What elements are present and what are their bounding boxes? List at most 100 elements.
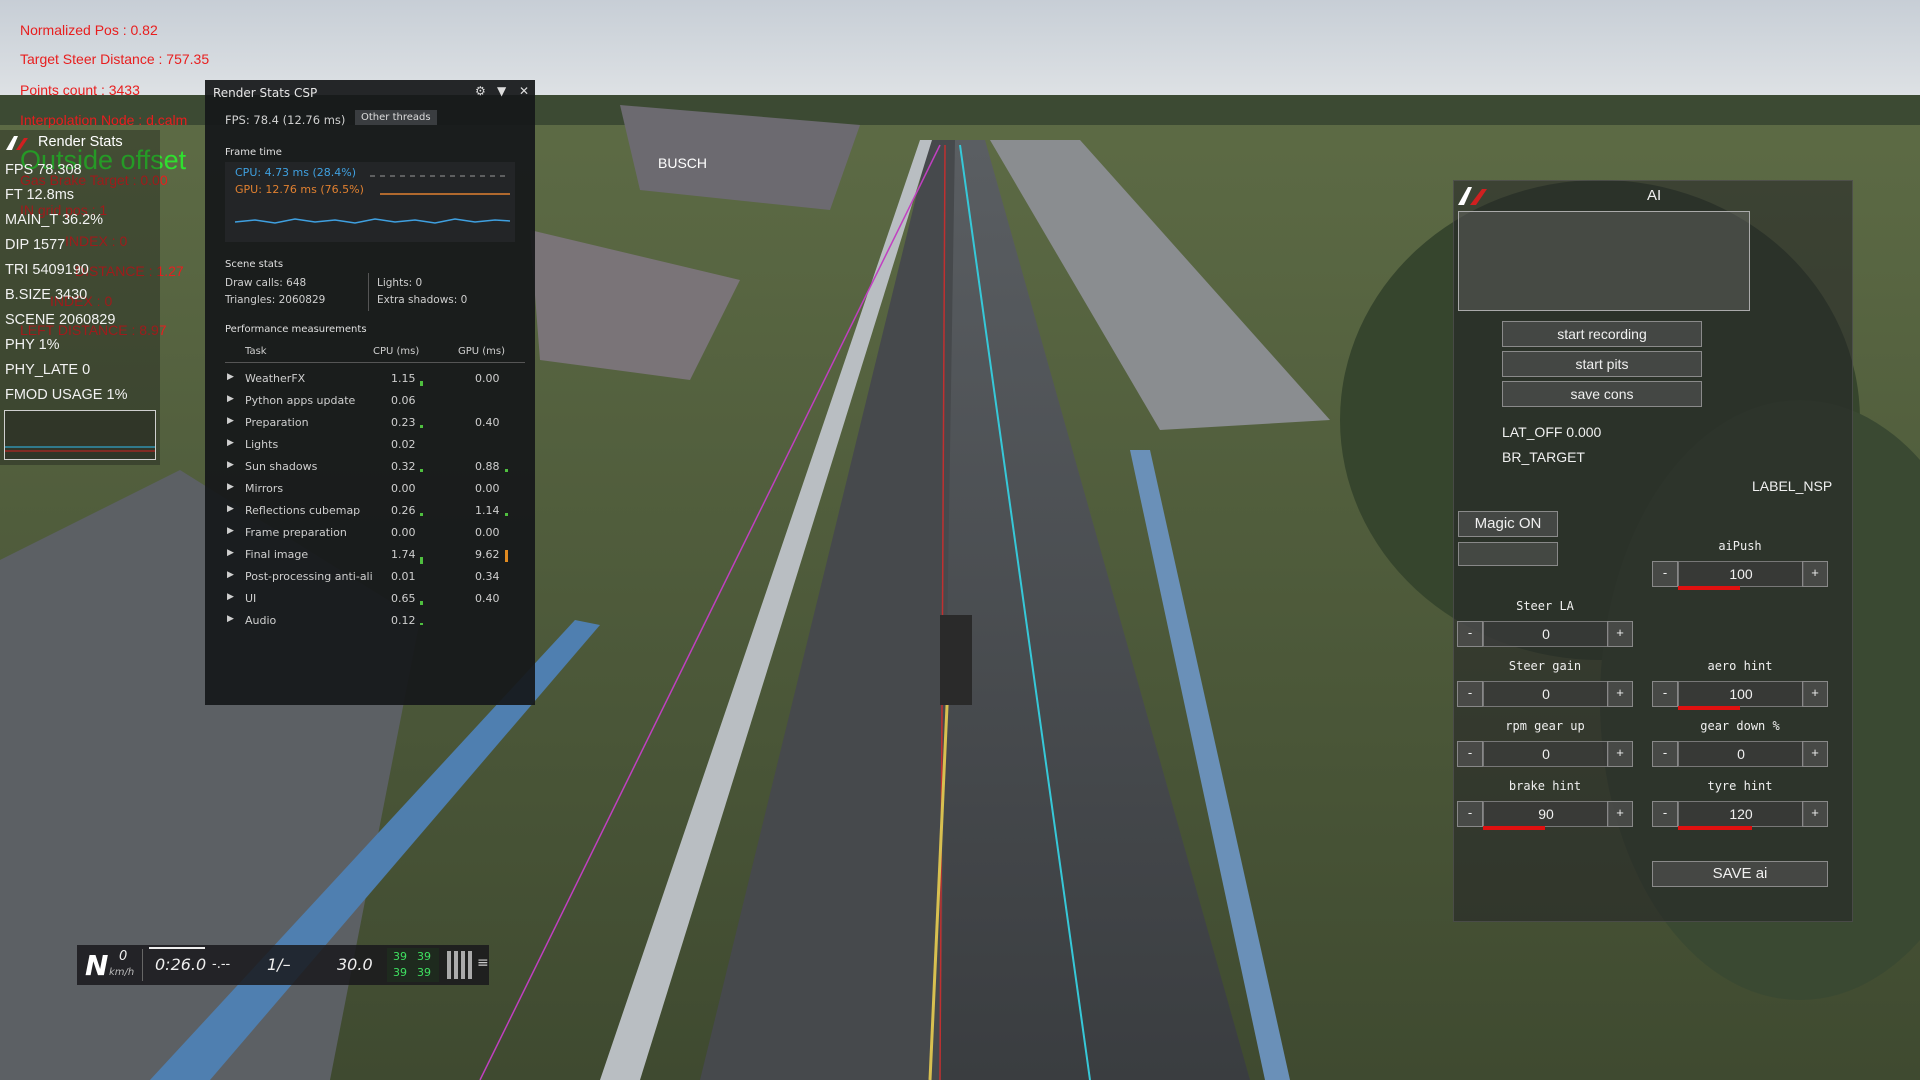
decrement-button[interactable]: - — [1457, 681, 1483, 707]
stepper-value[interactable]: 0 — [1483, 621, 1609, 647]
menu-icon[interactable]: ≡ — [477, 955, 489, 971]
stepper-value[interactable]: 0 — [1483, 681, 1609, 707]
hud-bar: N 0 km/h 0:26.0 -.-- 1/– 30.0 39 39 39 3… — [77, 945, 489, 985]
start-recording-button[interactable]: start recording — [1502, 321, 1702, 347]
expand-arrow-icon[interactable]: ▶ — [227, 570, 234, 580]
csp-fps: FPS: 78.4 (12.76 ms) — [225, 113, 346, 127]
magic-on-button[interactable]: Magic ON — [1458, 511, 1558, 537]
increment-button[interactable]: + — [1802, 561, 1828, 587]
tyre-hint-label: tyre hint — [1707, 779, 1773, 793]
expand-arrow-icon[interactable]: ▶ — [227, 372, 234, 382]
render-stats-csp-window: Render Stats CSP ⚙ ▼ ✕ FPS: 78.4 (12.76 … — [205, 80, 535, 705]
decrement-button[interactable]: - — [1652, 741, 1678, 767]
ai-preview-graph — [1458, 211, 1750, 311]
increment-button[interactable]: + — [1607, 801, 1633, 827]
perf-task-name: Reflections cubemap — [245, 504, 361, 517]
start-pits-button[interactable]: start pits — [1502, 351, 1702, 377]
rpm-gear-up-label: rpm gear up — [1505, 719, 1585, 733]
perf-row[interactable]: ▶ Frame preparation 0.00 0.00 — [225, 526, 525, 546]
steer-la-label: Steer LA — [1516, 599, 1574, 613]
expand-arrow-icon[interactable]: ▶ — [227, 592, 234, 602]
increment-button[interactable]: + — [1607, 681, 1633, 707]
busch-banner: BUSCH — [658, 155, 707, 171]
expand-arrow-icon[interactable]: ▶ — [227, 416, 234, 426]
collapse-icon[interactable]: ▼ — [497, 84, 506, 98]
render-stats-graph — [4, 410, 156, 460]
tyre-temps: 39 39 39 39 — [387, 948, 439, 982]
col-cpu: CPU (ms) — [373, 346, 420, 357]
scene-stats-label: Scene stats — [225, 259, 284, 270]
lap-delta: -.-- — [212, 957, 231, 972]
perf-row[interactable]: ▶ Sun shadows 0.32 0.88 — [225, 460, 525, 480]
perf-cpu-value: 0.01 — [391, 570, 416, 583]
perf-cpu-value: 0.06 — [391, 394, 416, 407]
decrement-button[interactable]: - — [1652, 681, 1678, 707]
close-icon[interactable]: ✕ — [519, 84, 529, 98]
perf-row[interactable]: ▶ UI 0.65 0.40 — [225, 592, 525, 612]
expand-arrow-icon[interactable]: ▶ — [227, 438, 234, 448]
perf-row[interactable]: ▶ WeatherFX 1.15 0.00 — [225, 372, 525, 392]
ai-panel: AI start recording start pits save cons … — [1453, 180, 1853, 922]
brake-hint-stepper: -90 + — [1457, 801, 1633, 830]
expand-arrow-icon[interactable]: ▶ — [227, 614, 234, 624]
perf-row[interactable]: ▶ Lights 0.02 — [225, 438, 525, 458]
perf-row[interactable]: ▶ Post-processing anti-ali 0.01 0.34 — [225, 570, 525, 590]
perf-gpu-value: 0.40 — [475, 416, 500, 429]
stepper-value[interactable]: 100 — [1678, 561, 1804, 587]
increment-button[interactable]: + — [1802, 741, 1828, 767]
stepper-value[interactable]: 90 — [1483, 801, 1609, 827]
expand-arrow-icon[interactable]: ▶ — [227, 504, 234, 514]
expand-arrow-icon[interactable]: ▶ — [227, 394, 234, 404]
stepper-value[interactable]: 0 — [1483, 741, 1609, 767]
increment-button[interactable]: + — [1607, 741, 1633, 767]
perf-task-name: Mirrors — [245, 482, 284, 495]
expand-arrow-icon[interactable]: ▶ — [227, 460, 234, 470]
perf-gpu-value: 9.62 — [475, 548, 500, 561]
save-ai-button[interactable]: SAVE ai — [1652, 861, 1828, 887]
rpm-gear-up-stepper: -0 + — [1457, 741, 1633, 767]
steer-la-stepper: -0 + — [1457, 621, 1633, 647]
perf-cpu-value: 1.74 — [391, 548, 416, 561]
expand-arrow-icon[interactable]: ▶ — [227, 482, 234, 492]
cpu-bar-marker — [420, 469, 423, 472]
cpu-bar-marker — [420, 425, 423, 428]
cpu-bar-marker — [420, 623, 423, 626]
perf-cpu-value: 0.23 — [391, 416, 416, 429]
expand-arrow-icon[interactable]: ▶ — [227, 526, 234, 536]
stepper-value[interactable]: 100 — [1678, 681, 1804, 707]
decrement-button[interactable]: - — [1652, 561, 1678, 587]
expand-arrow-icon[interactable]: ▶ — [227, 548, 234, 558]
render-stat-fps: FPS 78.308 — [5, 162, 82, 178]
stepper-value[interactable]: 0 — [1678, 741, 1804, 767]
decrement-button[interactable]: - — [1457, 741, 1483, 767]
perf-task-name: Post-processing anti-ali — [245, 570, 373, 583]
frame-time-label: Frame time — [225, 147, 282, 158]
magic-input[interactable] — [1458, 542, 1558, 566]
other-threads-button[interactable]: Other threads — [355, 110, 437, 125]
perf-row[interactable]: ▶ Audio 0.12 — [225, 614, 525, 634]
render-stat-scene: SCENE 2060829 — [5, 312, 116, 328]
gear-icon[interactable]: ⚙ — [475, 84, 486, 98]
save-cons-button[interactable]: save cons — [1502, 381, 1702, 407]
render-stat-main-t: MAIN_T 36.2% — [5, 212, 104, 228]
render-stats-title: Render Stats — [38, 134, 123, 150]
perf-row[interactable]: ▶ Preparation 0.23 0.40 — [225, 416, 525, 436]
perf-row[interactable]: ▶ Mirrors 0.00 0.00 — [225, 482, 525, 502]
decrement-button[interactable]: - — [1457, 801, 1483, 827]
perf-task-name: Sun shadows — [245, 460, 318, 473]
increment-button[interactable]: + — [1802, 801, 1828, 827]
perf-row[interactable]: ▶ Python apps update 0.06 — [225, 394, 525, 414]
ac-logo-icon — [4, 134, 30, 152]
perf-row[interactable]: ▶ Reflections cubemap 0.26 1.14 — [225, 504, 525, 524]
decrement-button[interactable]: - — [1457, 621, 1483, 647]
perf-cpu-value: 0.00 — [391, 526, 416, 539]
gear-down-stepper: -0 + — [1652, 741, 1828, 767]
perf-row[interactable]: ▶ Final image 1.74 9.62 — [225, 548, 525, 568]
increment-button[interactable]: + — [1607, 621, 1633, 647]
perf-cpu-value: 0.65 — [391, 592, 416, 605]
stepper-value[interactable]: 120 — [1678, 801, 1804, 827]
increment-button[interactable]: + — [1802, 681, 1828, 707]
decrement-button[interactable]: - — [1652, 801, 1678, 827]
debug-target-steer-distance: Target Steer Distance : 757.35 — [20, 51, 210, 67]
perf-cpu-value: 0.26 — [391, 504, 416, 517]
